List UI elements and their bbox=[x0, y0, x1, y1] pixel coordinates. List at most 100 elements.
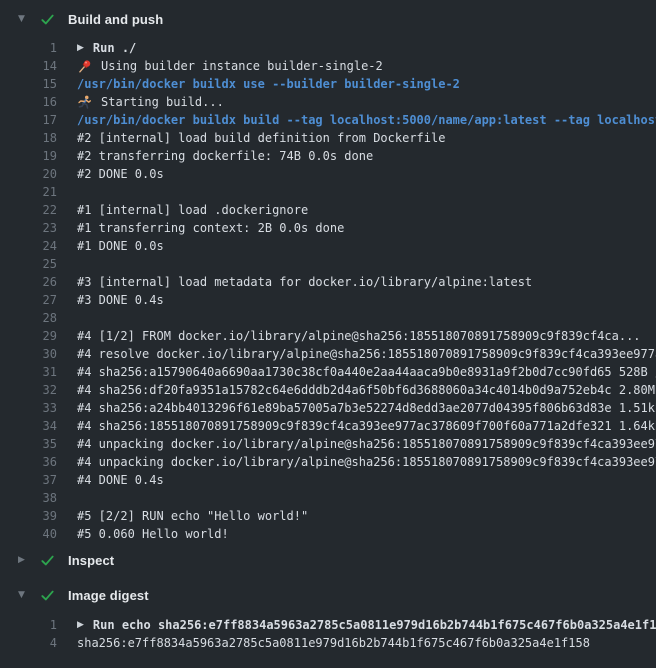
line-number[interactable]: 4 bbox=[0, 636, 57, 650]
line-number[interactable]: 21 bbox=[0, 185, 57, 199]
log-text-content: #4 sha256:185518070891758909c9f839cf4ca3… bbox=[77, 419, 656, 433]
line-number[interactable]: 40 bbox=[0, 527, 57, 541]
log-line: 23 #1 transferring context: 2B 0.0s done bbox=[0, 219, 656, 237]
log-line: 30 #4 resolve docker.io/library/alpine@sh… bbox=[0, 345, 656, 363]
log-line: 39 #5 [2/2] RUN echo "Hello world!" bbox=[0, 507, 656, 525]
success-check-icon bbox=[40, 553, 55, 568]
line-number[interactable]: 35 bbox=[0, 437, 57, 451]
log-line: 27 #3 DONE 0.4s bbox=[0, 291, 656, 309]
log-text-content: sha256:e7ff8834a5963a2785c5a0811e979d16b… bbox=[77, 636, 590, 650]
log-text: #4 DONE 0.4s bbox=[77, 473, 164, 487]
log-line: 31 #4 sha256:a15790640a6690aa1730c38cf0a4… bbox=[0, 363, 656, 381]
log-text: #4 sha256:a24bb4013296f61e89ba57005a7b3e… bbox=[77, 401, 656, 415]
log-line: 19 #2 transferring dockerfile: 74B 0.0s d… bbox=[0, 147, 656, 165]
log-line: 1 ▶Run echo sha256:e7ff8834a5963a2785c5a0… bbox=[0, 616, 656, 634]
line-number[interactable]: 27 bbox=[0, 293, 57, 307]
log-text: #2 transferring dockerfile: 74B 0.0s don… bbox=[77, 149, 373, 163]
chevron-down-icon[interactable]: ▼ bbox=[18, 586, 34, 604]
line-number[interactable]: 25 bbox=[0, 257, 57, 271]
log-line: 33 #4 sha256:a24bb4013296f61e89ba57005a7b… bbox=[0, 399, 656, 417]
line-number[interactable]: 34 bbox=[0, 419, 57, 433]
line-number[interactable]: 16 bbox=[0, 95, 57, 109]
line-number[interactable]: 31 bbox=[0, 365, 57, 379]
log-text-content: #2 transferring dockerfile: 74B 0.0s don… bbox=[77, 149, 373, 163]
line-number[interactable]: 36 bbox=[0, 455, 57, 469]
section-header-build-and-push[interactable]: ▼ Build and push bbox=[0, 10, 656, 28]
log-text-content: #1 transferring context: 2B 0.0s done bbox=[77, 221, 344, 235]
log-text: #4 [1/2] FROM docker.io/library/alpine@s… bbox=[77, 329, 641, 343]
success-check-icon bbox=[40, 588, 55, 603]
log-text: #2 DONE 0.0s bbox=[77, 167, 164, 181]
line-number[interactable]: 1 bbox=[0, 618, 57, 632]
log-line: 18#2 [internal] load build definition fr… bbox=[0, 129, 656, 147]
section-title: Inspect bbox=[68, 553, 114, 568]
line-number[interactable]: 29 bbox=[0, 329, 57, 343]
section-header-image-digest[interactable]: ▼ Image digest bbox=[0, 586, 656, 604]
log-line: 38 bbox=[0, 489, 656, 507]
log-line: 36 #4 unpacking docker.io/library/alpine@… bbox=[0, 453, 656, 471]
log-lines-image-digest: 1 ▶Run echo sha256:e7ff8834a5963a2785c5a0… bbox=[0, 616, 656, 652]
line-number[interactable]: 18 bbox=[0, 131, 57, 145]
log-line: 29 #4 [1/2] FROM docker.io/library/alpine… bbox=[0, 327, 656, 345]
section-title: Image digest bbox=[68, 588, 149, 603]
line-number[interactable]: 32 bbox=[0, 383, 57, 397]
log-text: ▶ Run ./ bbox=[77, 39, 136, 57]
chevron-right-icon[interactable]: ▶ bbox=[18, 551, 34, 569]
line-number[interactable]: 15 bbox=[0, 77, 57, 91]
pushpin-icon bbox=[77, 59, 92, 74]
runner-icon bbox=[77, 95, 92, 110]
log-line: 14 Using builder instance builder-single-… bbox=[0, 57, 656, 75]
log-text-content: #1 [internal] load .dockerignore bbox=[77, 203, 308, 217]
log-text-content: #2 DONE 0.0s bbox=[77, 167, 164, 181]
expand-group-icon[interactable]: ▶ bbox=[77, 39, 84, 57]
log-text: /usr/bin/docker buildx use --builder bui… bbox=[77, 77, 460, 91]
log-text-content: #4 unpacking docker.io/library/alpine@sh… bbox=[77, 437, 656, 451]
log-text-content: #4 [1/2] FROM docker.io/library/alpine@s… bbox=[77, 329, 641, 343]
line-number[interactable]: 23 bbox=[0, 221, 57, 235]
log-line: 1 ▶ Run ./ bbox=[0, 39, 656, 57]
log-text: sha256:e7ff8834a5963a2785c5a0811e979d16b… bbox=[77, 636, 590, 650]
log-text: #1 DONE 0.0s bbox=[77, 239, 164, 253]
line-number[interactable]: 1 bbox=[0, 41, 57, 55]
chevron-down-icon[interactable]: ▼ bbox=[18, 10, 34, 28]
log-text-content: #1 DONE 0.0s bbox=[77, 239, 164, 253]
line-number[interactable]: 38 bbox=[0, 491, 57, 505]
log-text-content: #4 unpacking docker.io/library/alpine@sh… bbox=[77, 455, 656, 469]
log-lines-build-and-push: 1 ▶ Run ./ 14 Using builder instance builder… bbox=[0, 39, 656, 543]
log-text-content: /usr/bin/docker buildx use --builder bui… bbox=[77, 77, 460, 91]
line-number[interactable]: 17 bbox=[0, 113, 57, 127]
log-text: #3 DONE 0.4s bbox=[77, 293, 164, 307]
log-text: #1 [internal] load .dockerignore bbox=[77, 203, 308, 217]
log-text-content: #3 [internal] load metadata for docker.i… bbox=[77, 275, 532, 289]
section-header-inspect[interactable]: ▶ Inspect bbox=[0, 551, 656, 569]
log-text: #4 sha256:a15790640a6690aa1730c38cf0a440… bbox=[77, 365, 656, 379]
log-text: Using builder instance builder-single-2 bbox=[77, 59, 383, 74]
section-title: Build and push bbox=[68, 12, 163, 27]
line-number[interactable]: 30 bbox=[0, 347, 57, 361]
log-line: 26 #3 [internal] load metadata for docker… bbox=[0, 273, 656, 291]
line-number[interactable]: 39 bbox=[0, 509, 57, 523]
log-line: 22 #1 [internal] load .dockerignore bbox=[0, 201, 656, 219]
log-line: 21 bbox=[0, 183, 656, 201]
log-text: ▶Run echo sha256:e7ff8834a5963a2785c5a08… bbox=[77, 616, 656, 634]
log-text: #4 sha256:df20fa9351a15782c64e6dddb2d4a6… bbox=[77, 383, 656, 397]
line-number[interactable]: 14 bbox=[0, 59, 57, 73]
line-number[interactable]: 26 bbox=[0, 275, 57, 289]
line-number[interactable]: 19 bbox=[0, 149, 57, 163]
log-text-content: #5 [2/2] RUN echo "Hello world!" bbox=[77, 509, 308, 523]
line-number[interactable]: 22 bbox=[0, 203, 57, 217]
log-text: #5 [2/2] RUN echo "Hello world!" bbox=[77, 509, 308, 523]
log-line: 34 #4 sha256:185518070891758909c9f839cf4c… bbox=[0, 417, 656, 435]
line-number[interactable]: 24 bbox=[0, 239, 57, 253]
log-text-content: Run ./ bbox=[93, 41, 136, 55]
log-text-content: Starting build... bbox=[101, 95, 224, 109]
line-number[interactable]: 28 bbox=[0, 311, 57, 325]
expand-group-icon[interactable]: ▶ bbox=[77, 616, 84, 634]
line-number[interactable]: 33 bbox=[0, 401, 57, 415]
line-number[interactable]: 20 bbox=[0, 167, 57, 181]
log-text: #1 transferring context: 2B 0.0s done bbox=[77, 221, 344, 235]
log-text: #4 resolve docker.io/library/alpine@sha2… bbox=[77, 347, 656, 361]
log-line: 15/usr/bin/docker buildx use --builder b… bbox=[0, 75, 656, 93]
line-number[interactable]: 37 bbox=[0, 473, 57, 487]
log-line: 32 #4 sha256:df20fa9351a15782c64e6dddb2d4… bbox=[0, 381, 656, 399]
